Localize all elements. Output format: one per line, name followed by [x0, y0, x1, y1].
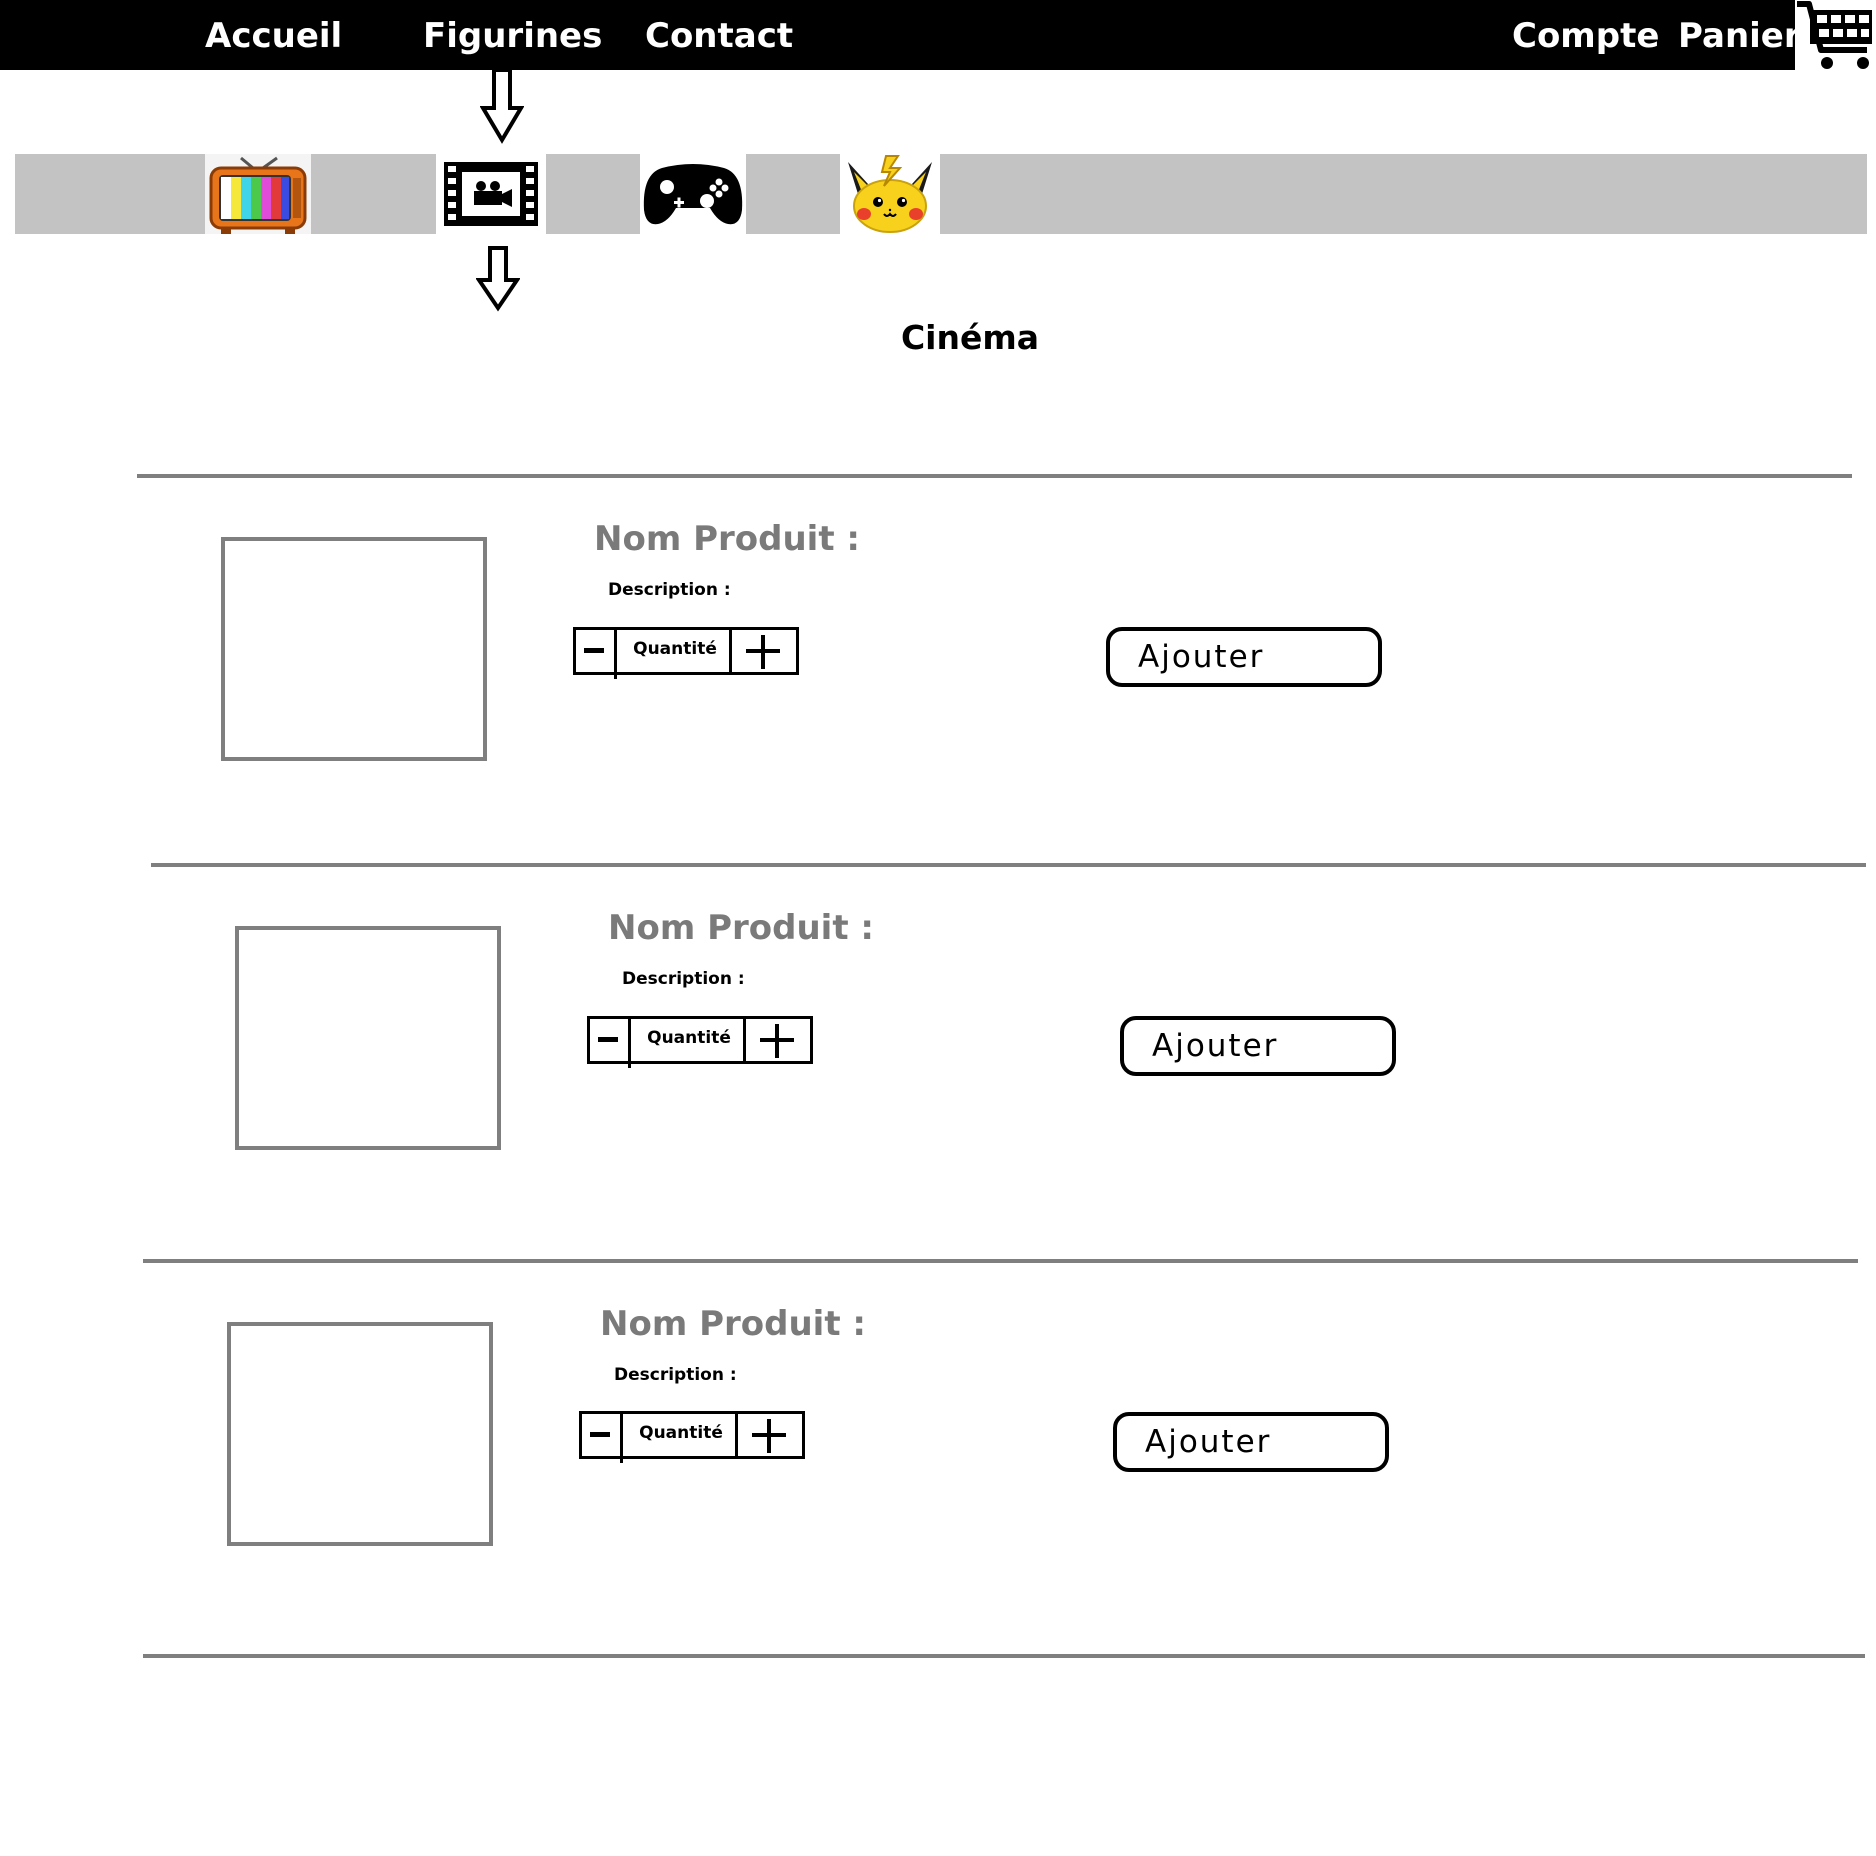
gamepad-icon [640, 154, 746, 238]
product-name: Nom Produit : [608, 908, 875, 948]
nav-figurines[interactable]: Figurines [423, 14, 602, 58]
quantity-label: Quantité [647, 1028, 731, 1048]
nav-contact[interactable]: Contact [645, 14, 793, 58]
category-pokemon[interactable] [840, 154, 940, 234]
add-to-cart-button[interactable]: Ajouter [1106, 627, 1382, 687]
arrow-down-icon [475, 246, 521, 316]
increment-button[interactable] [747, 1016, 813, 1064]
top-nav-bar: Accueil Figurines Contact Compte Panier [0, 0, 1876, 72]
nav-account[interactable]: Compte [1512, 14, 1659, 58]
add-to-cart-button[interactable]: Ajouter [1120, 1016, 1396, 1076]
product-description: Description : [614, 1365, 737, 1385]
separator-line [137, 474, 1852, 478]
quantity-label: Quantité [633, 639, 717, 659]
product-description: Description : [608, 580, 731, 600]
product-name: Nom Produit : [594, 519, 861, 559]
product-name: Nom Produit : [600, 1304, 867, 1344]
quantity-stepper: Quantité [587, 1016, 813, 1068]
nav-cart[interactable]: Panier [1678, 14, 1801, 58]
add-to-cart-button[interactable]: Ajouter [1113, 1412, 1389, 1472]
pikachu-icon [840, 154, 940, 238]
separator-line [143, 1654, 1865, 1658]
category-tv[interactable] [205, 154, 311, 234]
decrement-button[interactable] [587, 1016, 628, 1064]
product-description: Description : [622, 969, 745, 989]
separator-line [143, 1259, 1858, 1263]
tv-icon [205, 154, 311, 238]
nav-home[interactable]: Accueil [205, 14, 342, 58]
category-cinema[interactable] [436, 154, 546, 234]
product-image [221, 537, 487, 761]
product-image [235, 926, 501, 1150]
quantity-stepper: Quantité [579, 1411, 805, 1463]
decrement-button[interactable] [573, 627, 614, 675]
quantity-label: Quantité [639, 1423, 723, 1443]
film-camera-icon [436, 154, 546, 238]
increment-button[interactable] [733, 627, 799, 675]
cart-icon[interactable] [1795, 0, 1876, 72]
increment-button[interactable] [739, 1411, 805, 1459]
category-games[interactable] [640, 154, 746, 234]
page-title: Cinéma [900, 318, 1040, 357]
quantity-stepper: Quantité [573, 627, 799, 679]
product-image [227, 1322, 493, 1546]
decrement-button[interactable] [579, 1411, 620, 1459]
separator-line [151, 863, 1866, 867]
arrow-down-icon [479, 68, 525, 148]
